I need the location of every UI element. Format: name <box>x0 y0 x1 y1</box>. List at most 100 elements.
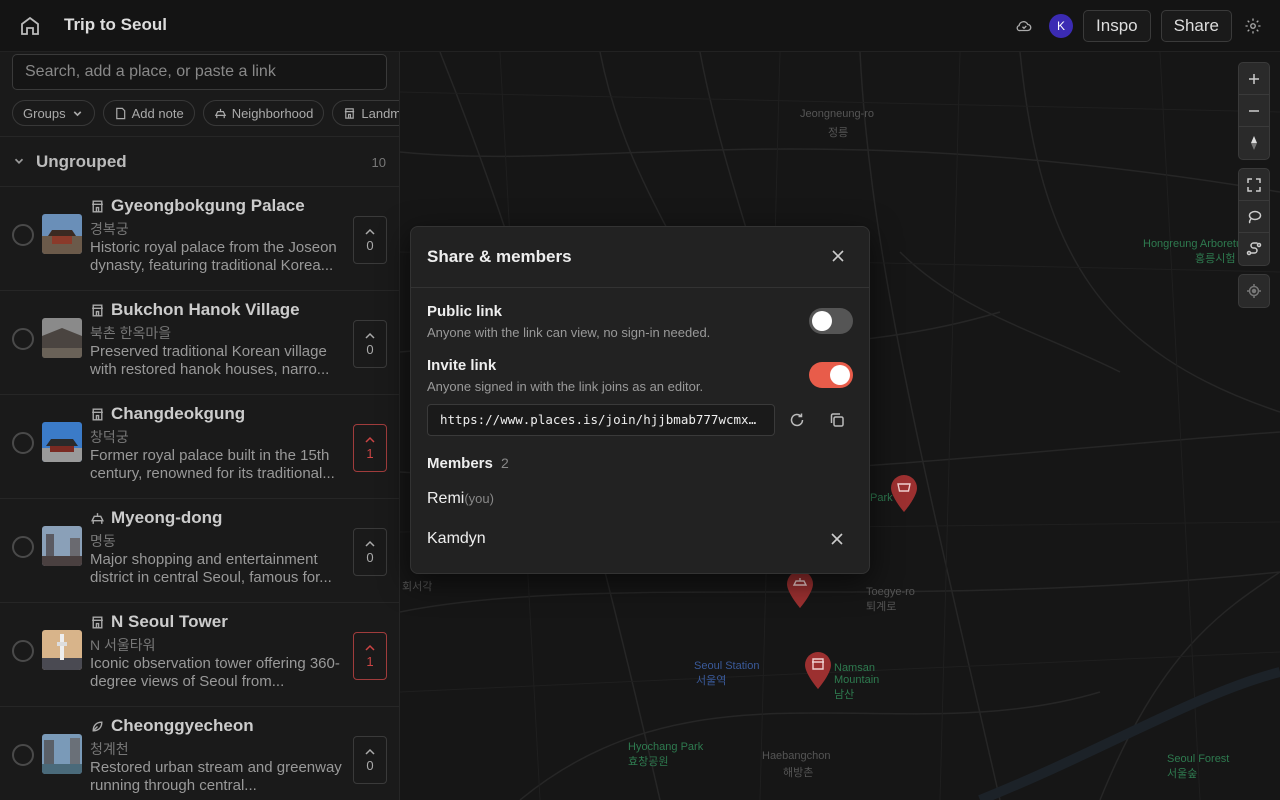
home-icon[interactable] <box>18 14 42 38</box>
sidebar: Search, add a place, or paste a link Gro… <box>0 52 400 800</box>
place-local-name: 경복궁 <box>90 221 129 237</box>
upvote-button[interactable]: 0 <box>353 216 387 264</box>
list-item[interactable]: Changdeokgung 창덕궁 Former royal palace bu… <box>0 394 399 498</box>
landmark-icon <box>92 199 103 213</box>
copy-icon[interactable] <box>828 411 846 429</box>
select-radio[interactable] <box>12 224 34 246</box>
dialog-title: Share & members <box>427 247 572 266</box>
refresh-icon[interactable] <box>788 411 806 429</box>
place-title: Cheonggyecheon <box>111 716 254 735</box>
place-local-name: N 서울타워 <box>90 637 156 653</box>
map-label: Toegye-ro <box>866 586 915 598</box>
chevron-up-icon <box>365 332 375 339</box>
list-item[interactable]: Bukchon Hanok Village 북촌 한옥마을 Preserved … <box>0 290 399 394</box>
upvote-button[interactable]: 0 <box>353 528 387 576</box>
filter-chips: Groups Add note Neighborhood Landma <box>12 100 399 126</box>
neighborhood-icon <box>91 512 104 524</box>
landmark-icon <box>92 615 103 629</box>
fullscreen-icon[interactable] <box>1239 169 1269 201</box>
map-label: 퇴계로 <box>866 601 897 613</box>
place-title: Changdeokgung <box>111 404 246 423</box>
map-label: 효창공원 <box>628 756 669 768</box>
map-label: Seoul Forest <box>1167 753 1230 765</box>
place-local-name: 청계천 <box>90 741 129 757</box>
lasso-icon[interactable] <box>1239 201 1269 233</box>
route-icon[interactable] <box>1239 233 1269 265</box>
top-bar: Trip to Seoul K Inspo Share <box>0 0 1280 52</box>
place-thumbnail <box>42 526 82 566</box>
upvote-button[interactable]: 1 <box>353 424 387 472</box>
map-pin-neighborhood[interactable] <box>785 569 815 609</box>
chevron-up-icon <box>365 644 375 651</box>
select-radio[interactable] <box>12 536 34 558</box>
chevron-up-icon <box>365 436 375 443</box>
place-description: Historic royal palace from the Joseon dy… <box>90 239 337 274</box>
zoom-in-button[interactable] <box>1239 63 1269 95</box>
inspo-button[interactable]: Inspo <box>1083 10 1151 42</box>
landmark-icon <box>92 407 103 421</box>
map-label: 홍릉시험 <box>1195 253 1236 265</box>
cloud-sync-icon[interactable] <box>1013 15 1035 37</box>
chip-landmark[interactable]: Landma <box>332 100 399 126</box>
map-label: Namsan <box>834 662 875 674</box>
invite-link-title: Invite link <box>427 357 497 374</box>
user-avatar[interactable]: K <box>1049 14 1074 38</box>
upvote-button[interactable]: 1 <box>353 632 387 680</box>
public-link-desc: Anyone with the link can view, no sign-i… <box>427 325 711 340</box>
close-icon[interactable] <box>831 249 845 263</box>
map-label: 회서각 <box>402 581 433 593</box>
chevron-down-icon <box>73 110 81 116</box>
divider <box>411 287 869 288</box>
place-description: Iconic observation tower offering 360-de… <box>90 655 340 690</box>
gear-icon[interactable] <box>1242 15 1264 37</box>
compass-icon[interactable] <box>1239 127 1269 159</box>
place-title: Gyeongbokgung Palace <box>111 196 305 215</box>
vote-count: 1 <box>366 445 374 461</box>
upvote-button[interactable]: 0 <box>353 736 387 784</box>
upvote-button[interactable]: 0 <box>353 320 387 368</box>
vote-count: 0 <box>366 341 374 357</box>
select-radio[interactable] <box>12 744 34 766</box>
list-item[interactable]: Myeong-dong 명동 Major shopping and entert… <box>0 498 399 602</box>
chip-label: Landma <box>361 105 399 121</box>
select-radio[interactable] <box>12 328 34 350</box>
locate-icon[interactable] <box>1239 275 1269 307</box>
chip-neighborhood[interactable]: Neighborhood <box>202 100 325 126</box>
invite-link-toggle[interactable] <box>809 362 853 388</box>
list-item[interactable]: N Seoul Tower N 서울타워 Iconic observation … <box>0 602 399 706</box>
member-name: Kamdyn <box>427 530 486 547</box>
share-button[interactable]: Share <box>1160 10 1232 42</box>
zoom-out-button[interactable] <box>1239 95 1269 127</box>
vote-count: 0 <box>366 757 374 773</box>
members-count: 2 <box>501 455 509 471</box>
list-item[interactable]: Cheonggyecheon 청계천 Restored urban stream… <box>0 706 399 800</box>
map-label: Hongreung Arboretum <box>1143 238 1252 250</box>
neighborhood-icon <box>214 108 226 118</box>
map-label: 해방촌 <box>783 767 814 779</box>
group-count: 10 <box>371 155 386 170</box>
list-item[interactable]: Gyeongbokgung Palace 경복궁 Historic royal … <box>0 186 399 290</box>
chevron-up-icon <box>365 228 375 235</box>
map-pin-shopping[interactable] <box>889 473 919 513</box>
search-input[interactable]: Search, add a place, or paste a link <box>12 54 387 90</box>
remove-member-icon[interactable] <box>831 533 843 545</box>
trip-title: Trip to Seoul <box>64 15 167 34</box>
chip-groups[interactable]: Groups <box>12 100 95 126</box>
place-local-name: 명동 <box>90 533 116 549</box>
invite-url-field[interactable]: https://www.places.is/join/hjjbmab777wcm… <box>427 404 775 436</box>
place-thumbnail <box>42 422 82 462</box>
chevron-up-icon <box>365 748 375 755</box>
group-header-ungrouped[interactable]: Ungrouped 10 <box>0 136 399 186</box>
zoom-controls <box>1238 62 1270 160</box>
map-pin-landmark[interactable] <box>803 650 833 690</box>
vote-count: 0 <box>366 549 374 565</box>
select-radio[interactable] <box>12 432 34 454</box>
public-link-toggle[interactable] <box>809 308 853 334</box>
chip-add-note[interactable]: Add note <box>102 100 195 126</box>
note-icon <box>115 107 125 119</box>
select-radio[interactable] <box>12 640 34 662</box>
nature-icon <box>92 721 103 731</box>
vote-count: 1 <box>366 653 374 669</box>
map-label: 정릉 <box>828 127 849 139</box>
map-label: Seoul Station <box>694 660 760 672</box>
